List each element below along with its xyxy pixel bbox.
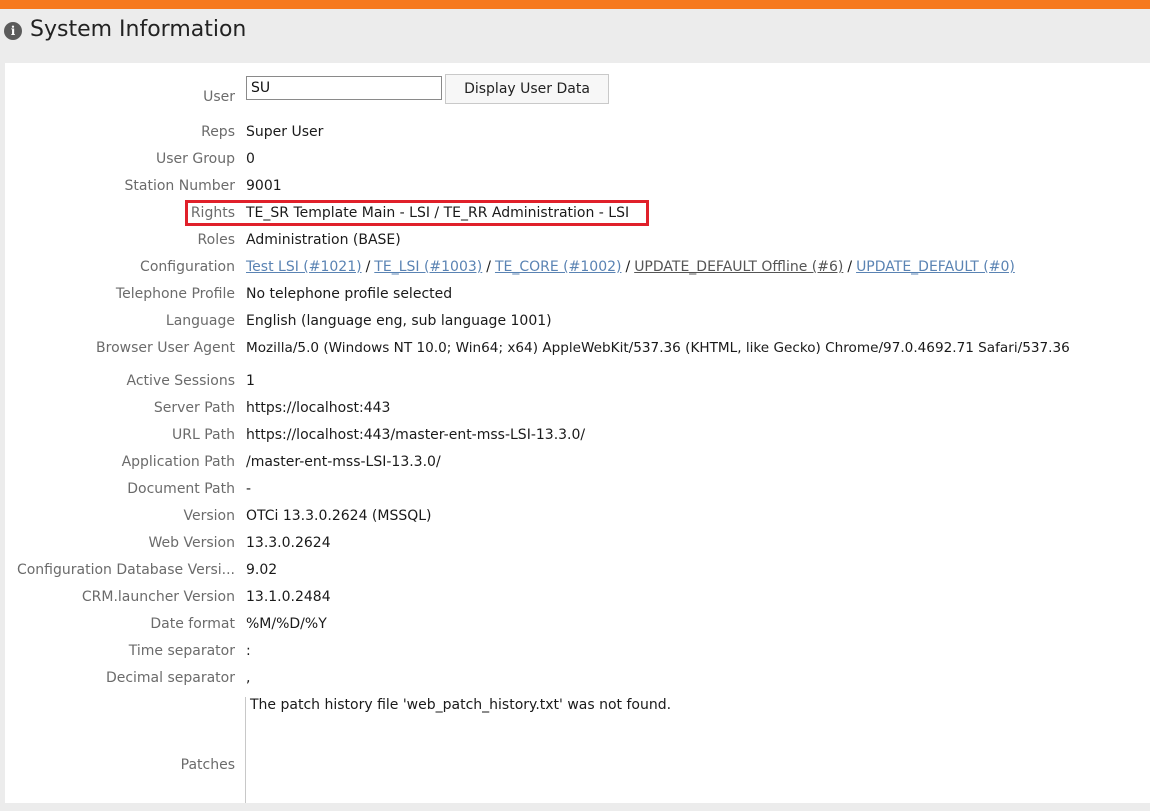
- label-browser-user-agent: Browser User Agent: [96, 340, 235, 356]
- value-browser-user-agent: Mozilla/5.0 (Windows NT 10.0; Win64; x64…: [246, 340, 1070, 356]
- value-application-path: /master-ent-mss-LSI-13.3.0/: [246, 454, 441, 470]
- config-link-update-default-offline[interactable]: UPDATE_DEFAULT Offline (#6): [634, 259, 843, 275]
- label-configuration: Configuration: [140, 259, 235, 275]
- patches-text-area: The patch history file 'web_patch_histor…: [245, 697, 1126, 803]
- label-crm-launcher-version: CRM.launcher Version: [81, 589, 235, 605]
- config-link-te-lsi[interactable]: TE_LSI (#1003): [374, 259, 482, 275]
- value-version: OTCi 13.3.0.2624 (MSSQL): [246, 508, 432, 524]
- label-application-path: Application Path: [121, 454, 235, 470]
- label-rights: Rights: [190, 205, 235, 221]
- label-active-sessions: Active Sessions: [126, 373, 235, 389]
- value-document-path: -: [246, 481, 252, 497]
- config-separator: /: [847, 259, 853, 275]
- info-icon: i: [4, 22, 22, 40]
- value-url-path: https://localhost:443/master-ent-mss-LSI…: [246, 427, 586, 443]
- config-link-test-lsi[interactable]: Test LSI (#1021): [246, 259, 362, 275]
- label-telephone-profile: Telephone Profile: [115, 286, 235, 302]
- value-patches: The patch history file 'web_patch_histor…: [250, 697, 672, 713]
- label-document-path: Document Path: [127, 481, 235, 497]
- label-server-path: Server Path: [153, 400, 235, 416]
- config-separator: /: [625, 259, 631, 275]
- value-decimal-separator: ,: [246, 670, 251, 686]
- user-input[interactable]: [246, 76, 442, 100]
- label-version: Version: [183, 508, 235, 524]
- label-config-db-version: Configuration Database Versi...: [16, 562, 235, 578]
- config-link-update-default[interactable]: UPDATE_DEFAULT (#0): [856, 259, 1015, 275]
- label-decimal-separator: Decimal separator: [105, 670, 235, 686]
- value-time-separator: :: [246, 643, 251, 659]
- system-info-panel: User Display User Data Reps Super User U…: [5, 63, 1150, 803]
- display-user-data-button[interactable]: Display User Data: [445, 74, 609, 104]
- value-active-sessions: 1: [246, 373, 255, 389]
- label-user-group: User Group: [156, 151, 235, 167]
- value-user-group: 0: [246, 151, 255, 167]
- value-date-format: %M/%D/%Y: [246, 616, 327, 632]
- value-language: English (language eng, sub language 1001…: [246, 313, 552, 329]
- label-url-path: URL Path: [172, 427, 235, 443]
- label-reps: Reps: [201, 124, 235, 140]
- configuration-links: Test LSI (#1021) / TE_LSI (#1003) / TE_CORE …: [246, 257, 1015, 277]
- value-reps: Super User: [246, 124, 324, 140]
- label-date-format: Date format: [150, 616, 235, 632]
- value-web-version: 13.3.0.2624: [246, 535, 331, 551]
- label-patches: Patches: [180, 757, 235, 773]
- label-language: Language: [165, 313, 235, 329]
- value-telephone-profile: No telephone profile selected: [246, 286, 453, 302]
- value-server-path: https://localhost:443: [246, 400, 391, 416]
- value-station-number: 9001: [246, 178, 282, 194]
- label-roles: Roles: [197, 232, 235, 248]
- value-config-db-version: 9.02: [246, 562, 278, 578]
- config-link-te-core[interactable]: TE_CORE (#1002): [495, 259, 622, 275]
- value-crm-launcher-version: 13.1.0.2484: [246, 589, 331, 605]
- top-accent-bar: [0, 0, 1150, 9]
- config-separator: /: [365, 259, 371, 275]
- label-user: User: [203, 89, 235, 105]
- config-separator: /: [486, 259, 491, 275]
- label-time-separator: Time separator: [128, 643, 235, 659]
- label-station-number: Station Number: [124, 178, 235, 194]
- title-bar: i System Information: [0, 9, 1150, 63]
- label-web-version: Web Version: [148, 535, 235, 551]
- value-roles: Administration (BASE): [246, 232, 401, 248]
- page-title: System Information: [30, 17, 247, 42]
- value-rights: TE_SR Template Main - LSI / TE_RR Admini…: [246, 205, 630, 221]
